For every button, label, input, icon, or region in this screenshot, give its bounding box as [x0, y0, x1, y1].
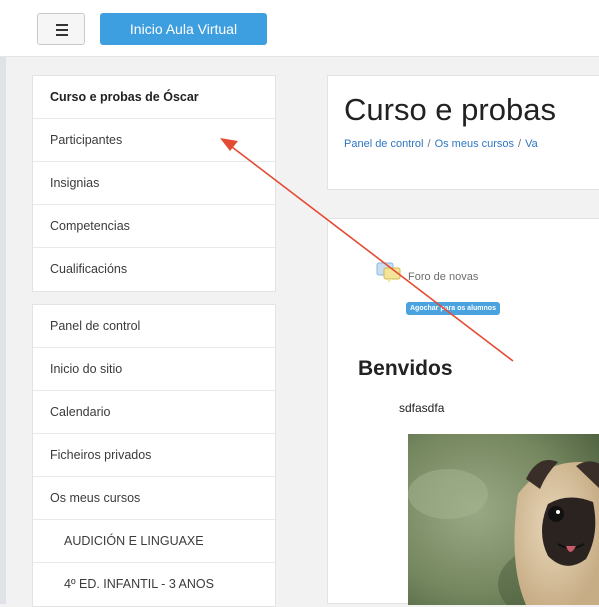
breadcrumb-my-courses[interactable]: Os meus cursos: [435, 138, 514, 150]
breadcrumb-separator: /: [518, 138, 522, 150]
nav-item-competencies[interactable]: Competencias: [33, 205, 275, 248]
course-content: Foro de novas Agochar para os alumnos Be…: [327, 218, 599, 605]
nav-item-course-infantil[interactable]: 4º ED. INFANTIL - 3 ANOS: [33, 563, 275, 606]
nav-item-dashboard[interactable]: Panel de control: [33, 305, 275, 348]
nav-item-my-courses[interactable]: Os meus cursos: [33, 477, 275, 520]
hidden-from-students-badge: Agochar para os alumnos: [406, 302, 500, 315]
nav-item-course-audicion[interactable]: AUDICIÓN E LINGUAXE: [33, 520, 275, 563]
breadcrumb-current[interactable]: Va: [525, 138, 538, 150]
nav-item-site-home[interactable]: Inicio do sitio: [33, 348, 275, 391]
breadcrumb-separator: /: [427, 138, 431, 150]
nav-item-private-files[interactable]: Ficheiros privados: [33, 434, 275, 477]
breadcrumb: Panel de control / Os meus cursos / Va: [344, 138, 538, 150]
nav-item-calendar[interactable]: Calendario: [33, 391, 275, 434]
breadcrumb-dashboard[interactable]: Panel de control: [344, 138, 424, 150]
top-navbar: Inicio Aula Virtual: [0, 0, 599, 57]
nav-item-participants[interactable]: Participantes: [33, 119, 275, 162]
page-title: Curso e probas: [344, 92, 556, 127]
section-title: Benvidos: [358, 357, 453, 380]
home-button[interactable]: Inicio Aula Virtual: [100, 13, 267, 45]
forum-link[interactable]: Foro de novas: [408, 271, 478, 283]
window-edge: [0, 0, 6, 604]
site-nav-block: Panel de control Inicio do sitio Calenda…: [32, 304, 276, 607]
nav-item-badges[interactable]: Insignias: [33, 162, 275, 205]
page-header: Curso e probas Panel de control / Os meus …: [327, 75, 599, 190]
nav-item-grades[interactable]: Cualificacións: [33, 248, 275, 291]
nav-item-course[interactable]: Curso e probas de Óscar: [33, 76, 275, 119]
course-nav-block: Curso e probas de Óscar Participantes In…: [32, 75, 276, 292]
forum-icon: [376, 262, 401, 283]
section-description: sdfasdfa: [399, 401, 445, 415]
pug-photo: [408, 434, 599, 605]
hamburger-menu-button[interactable]: [37, 13, 85, 45]
